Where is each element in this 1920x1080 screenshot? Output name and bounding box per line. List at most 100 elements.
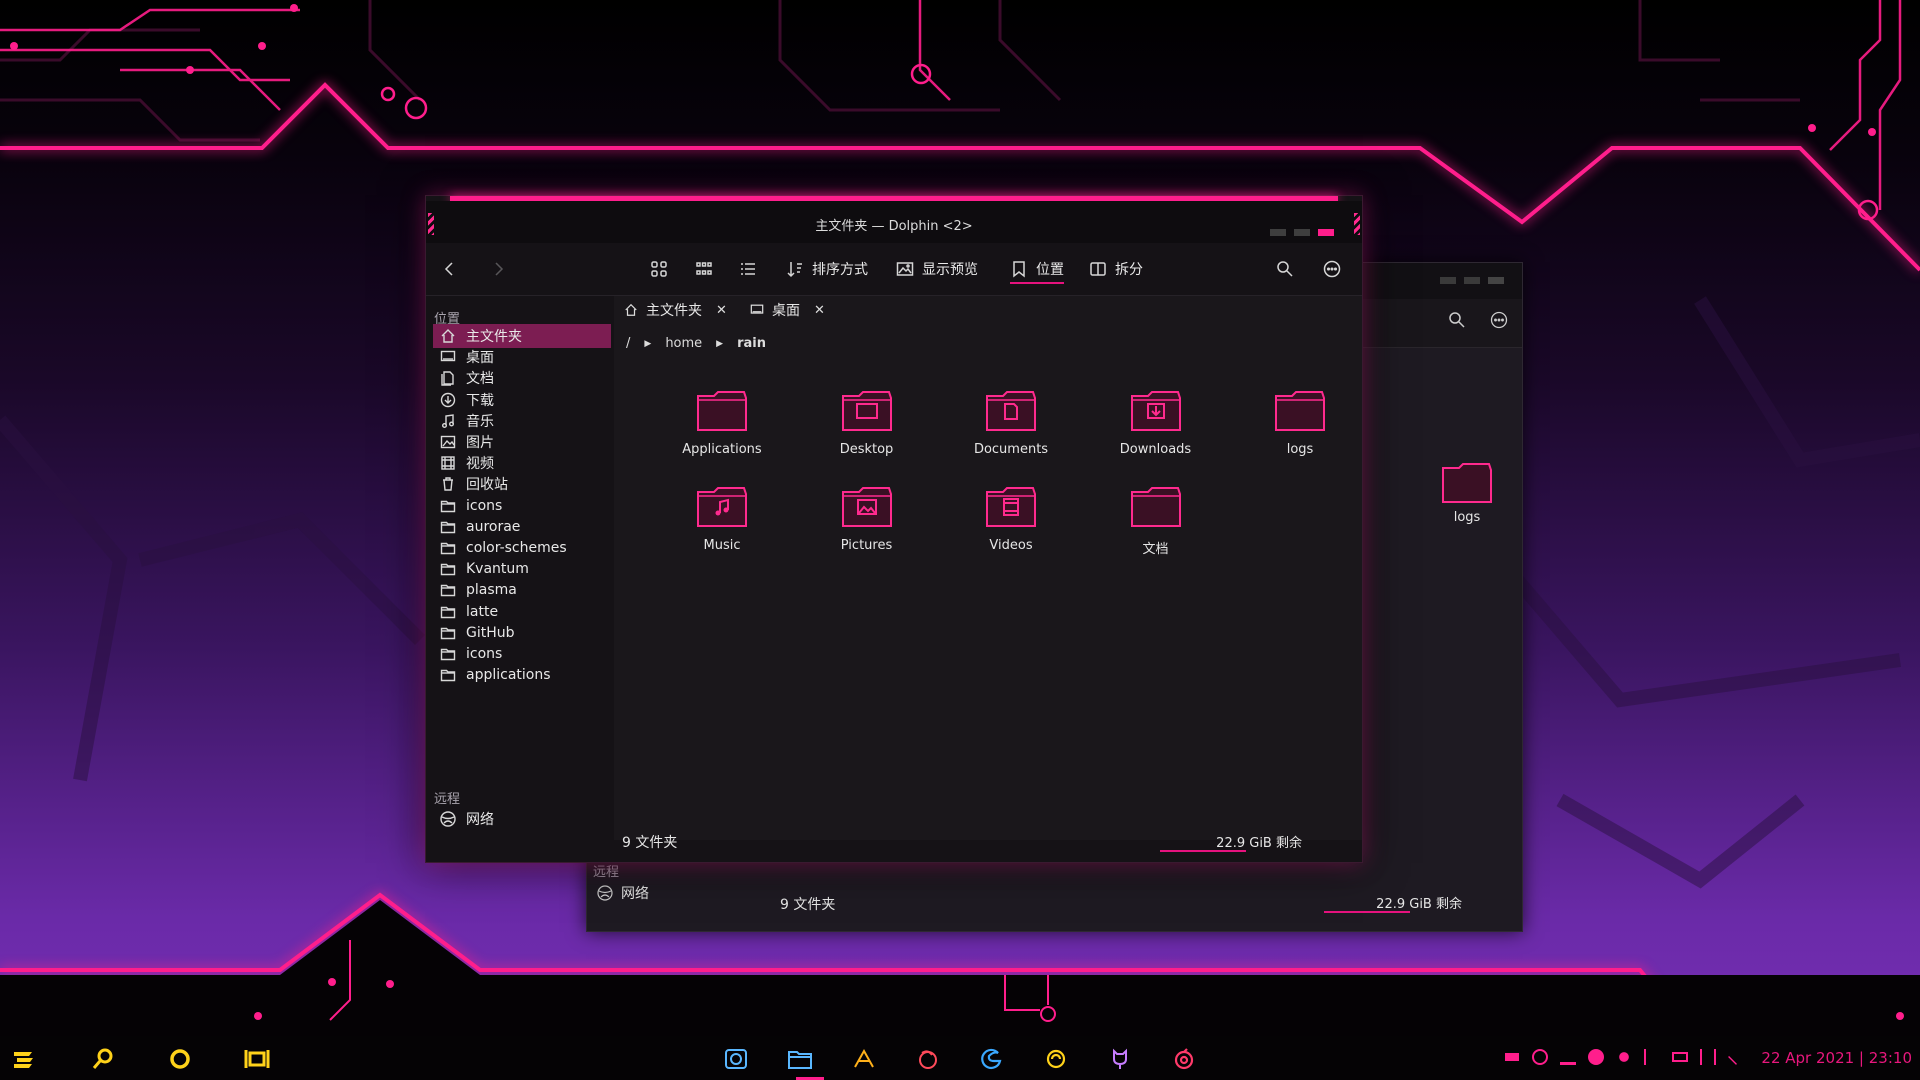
maximize-button[interactable]	[1294, 229, 1310, 236]
overview-icon[interactable]	[244, 1046, 270, 1072]
keyboard-icon[interactable]	[1672, 1052, 1688, 1062]
remote-header: 远程	[434, 792, 461, 807]
icons-view-button[interactable]	[650, 256, 668, 282]
back-status-free: 22.9 GiB 剩余	[1376, 897, 1462, 912]
clipboard-icon[interactable]	[1588, 1049, 1604, 1065]
close-button[interactable]	[1318, 229, 1334, 236]
camera-app-icon[interactable]	[723, 1046, 749, 1072]
file-name: Videos	[989, 538, 1033, 553]
places-button[interactable]: 位置	[1010, 256, 1064, 284]
folder-icon	[440, 606, 456, 618]
status-count: 9 文件夹	[622, 835, 678, 851]
chevron-right-icon: ▶	[716, 338, 724, 349]
desktop-icon	[750, 304, 764, 314]
home-icon	[625, 303, 637, 316]
video-icon	[441, 456, 455, 470]
folder-icon	[697, 391, 747, 431]
network-icon	[597, 885, 613, 901]
bookmark-icon	[1013, 261, 1025, 278]
folder-icon	[440, 563, 456, 576]
toolbar: 排序方式 显示预览 位置 拆分	[426, 243, 1362, 296]
folder-icon	[440, 585, 456, 597]
steam-icon[interactable]	[1532, 1049, 1548, 1065]
preview-button[interactable]: 显示预览	[896, 256, 978, 282]
sort-icon	[787, 262, 802, 278]
file-item[interactable]: Applications	[657, 386, 787, 457]
back-status-count: 9 文件夹	[780, 897, 836, 913]
file-item[interactable]: Documents	[946, 386, 1076, 457]
search-button[interactable]	[1276, 256, 1294, 282]
documents-icon	[441, 371, 454, 387]
compact-view-button[interactable]	[695, 256, 713, 282]
status-free-space: 22.9 GiB 剩余	[1216, 836, 1302, 851]
clock[interactable]: 22 Apr 2021 | 23:10	[1761, 1049, 1912, 1067]
system-tray	[1504, 1049, 1744, 1065]
file-item[interactable]: Downloads	[1091, 386, 1221, 457]
more-menu-icon[interactable]	[1490, 311, 1508, 333]
folder-icon	[440, 542, 456, 555]
search-icon[interactable]	[1448, 311, 1466, 333]
arrow-left-icon	[444, 262, 453, 276]
folder-icon	[440, 521, 456, 533]
more-menu-icon	[1323, 260, 1341, 278]
github-app-icon[interactable]	[1107, 1046, 1133, 1072]
split-button[interactable]: 拆分	[1089, 256, 1143, 282]
file-item[interactable]: Desktop	[802, 386, 932, 457]
bell-icon[interactable]	[1560, 1049, 1576, 1065]
close-tab-icon[interactable]: ✕	[716, 303, 727, 318]
printer-icon[interactable]	[1504, 1049, 1520, 1065]
back-network-item[interactable]: 网络	[597, 883, 649, 903]
file-item[interactable]: Music	[657, 482, 787, 553]
network-icon	[440, 811, 456, 827]
folder-icon	[440, 648, 456, 661]
details-view-button[interactable]	[739, 256, 757, 282]
app-menu-icon[interactable]	[12, 1046, 38, 1072]
minimize-button[interactable]	[1270, 229, 1286, 236]
audio-icon[interactable]	[1700, 1049, 1716, 1065]
back-folder-logs[interactable]: logs	[1402, 458, 1532, 525]
file-view[interactable]: 主文件夹 ✕ 桌面 ✕ / ▶ home ▶ rain Applications…	[614, 296, 1362, 840]
file-item[interactable]: Pictures	[802, 482, 932, 553]
breadcrumb-home[interactable]: home	[665, 336, 702, 351]
folder-downloads-icon	[1130, 391, 1181, 431]
folder-videos-icon	[986, 487, 1036, 527]
file-item[interactable]: logs	[1235, 386, 1365, 457]
flower-icon[interactable]	[1616, 1049, 1632, 1065]
back-button[interactable]	[442, 256, 458, 282]
menu-button[interactable]	[1323, 256, 1341, 282]
back-window-controls[interactable]	[1440, 277, 1504, 284]
file-item[interactable]: Videos	[946, 482, 1076, 553]
close-tab-icon[interactable]: ✕	[814, 303, 825, 318]
breadcrumb-current[interactable]: rain	[737, 336, 766, 351]
tab-home[interactable]: 主文件夹 ✕	[624, 300, 727, 320]
window-controls	[1270, 229, 1334, 236]
search-launcher-icon[interactable]	[90, 1046, 116, 1072]
titlebar[interactable]: 主文件夹 — Dolphin <2>	[426, 201, 1362, 243]
details-view-icon	[741, 263, 755, 275]
back-remote-header: 远程	[593, 865, 620, 880]
sidebar-item[interactable]: applications	[433, 663, 611, 687]
dolphin-window[interactable]: 主文件夹 — Dolphin <2> 排序方式 显示预览 位置 拆分 位置 主文…	[425, 195, 1363, 863]
free-space-bar	[1160, 850, 1246, 852]
arrow-up-icon[interactable]	[1728, 1049, 1744, 1065]
circle-launcher-icon[interactable]	[167, 1046, 193, 1072]
titlebar-stripes-right	[1354, 213, 1360, 235]
krita-app-icon[interactable]	[851, 1046, 877, 1072]
search-icon	[1277, 261, 1293, 277]
media-app-icon[interactable]	[1171, 1046, 1197, 1072]
edge-app-icon[interactable]	[979, 1046, 1005, 1072]
network-tray-icon[interactable]	[1644, 1049, 1660, 1065]
file-item[interactable]: 文档	[1091, 482, 1221, 557]
chat-app-icon[interactable]	[1043, 1046, 1069, 1072]
chevron-right-icon: ▶	[644, 338, 652, 349]
sidebar-item-network[interactable]: 网络	[433, 807, 611, 831]
folder-desktop-icon	[841, 391, 892, 431]
file-manager-app-icon[interactable]	[787, 1046, 813, 1072]
breadcrumb-root[interactable]: /	[626, 336, 630, 351]
image-icon	[896, 262, 914, 276]
forward-button[interactable]	[490, 256, 506, 282]
firefox-app-icon[interactable]	[915, 1046, 941, 1072]
sort-button[interactable]: 排序方式	[786, 256, 868, 282]
tab-desktop[interactable]: 桌面 ✕	[750, 300, 825, 320]
image-icon	[440, 435, 456, 449]
